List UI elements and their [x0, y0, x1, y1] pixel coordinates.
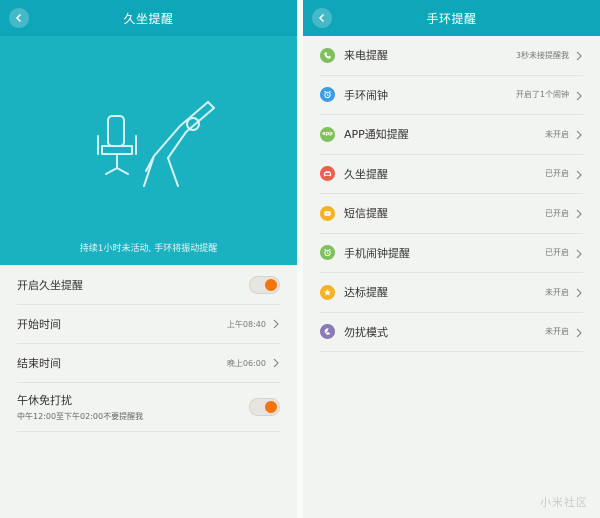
- list-item-app-notification[interactable]: app APP通知提醒 未开启: [320, 115, 583, 155]
- row-label: 午休免打扰: [17, 394, 72, 407]
- chevron-left-icon: [318, 13, 325, 23]
- item-status: 未开启: [545, 129, 569, 139]
- item-label: 短信提醒: [344, 207, 388, 221]
- chevron-right-icon: [576, 328, 582, 337]
- item-label: 来电提醒: [344, 49, 388, 63]
- list-item-band-alarm[interactable]: 手环闹钟 开启了1个闹钟: [320, 76, 583, 115]
- phone-icon: [320, 47, 335, 63]
- chevron-right-icon: [576, 288, 582, 298]
- chevron-right-icon: [576, 209, 582, 219]
- chevron-right-icon: [576, 130, 582, 140]
- item-label: 达标提醒: [344, 286, 388, 300]
- row-label: 开始时间: [17, 318, 61, 331]
- chevron-right-icon: [273, 319, 279, 329]
- chevron-right-icon: [576, 91, 582, 100]
- page-title: 手环提醒: [426, 11, 477, 26]
- item-label: APP通知提醒: [344, 128, 409, 142]
- noon-dnd-row[interactable]: 午休免打扰 中午12:00至下午02:00不要提醒我: [17, 383, 280, 432]
- stretching-person-chair-icon: [97, 101, 215, 187]
- item-status: 开启了1个闹钟: [515, 90, 569, 100]
- back-button[interactable]: [312, 8, 332, 28]
- star-icon: [320, 284, 335, 300]
- chevron-left-icon: [15, 13, 22, 23]
- phone-alarm-icon: [320, 245, 335, 261]
- start-time-value: 上午08:40: [226, 319, 266, 329]
- list-item-call-reminder[interactable]: 来电提醒 3秒未接提醒我: [320, 36, 583, 76]
- alarm-clock-icon: [320, 87, 335, 103]
- toggle-knob: [265, 279, 277, 291]
- item-label: 勿扰模式: [344, 325, 388, 339]
- band-reminders-panel: 手环提醒 来电提醒 3秒未接提醒我 手环闹钟 开启了1个闹钟 app APP通知…: [303, 0, 600, 518]
- top-bar: 久坐提醒: [0, 0, 297, 36]
- sedentary-reminder-panel: 久坐提醒 持续1小时未活动, 手环将振动提醒 开启久坐提醒 开始时间 上午08:…: [0, 0, 297, 518]
- chevron-right-icon: [273, 358, 279, 368]
- list-item-phone-alarm[interactable]: 手机闹钟提醒 已开启: [320, 234, 583, 273]
- item-status: 已开启: [545, 248, 569, 258]
- start-time-row[interactable]: 开始时间 上午08:40: [17, 305, 280, 344]
- row-subtitle: 中午12:00至下午02:00不要提醒我: [17, 412, 144, 421]
- message-icon: [320, 205, 335, 221]
- item-label: 久坐提醒: [344, 167, 388, 181]
- item-status: 未开启: [545, 327, 569, 337]
- reminder-list: 来电提醒 3秒未接提醒我 手环闹钟 开启了1个闹钟 app APP通知提醒 未开…: [303, 36, 600, 352]
- app-icon: app: [320, 126, 335, 142]
- item-status: 已开启: [545, 169, 569, 179]
- end-time-row[interactable]: 结束时间 晚上06:00: [17, 344, 280, 383]
- end-time-value: 晚上06:00: [226, 358, 266, 368]
- row-label: 开启久坐提醒: [17, 279, 83, 292]
- list-item-sedentary-reminder[interactable]: 久坐提醒 已开启: [320, 155, 583, 194]
- list-item-sms-reminder[interactable]: 短信提醒 已开启: [320, 194, 583, 234]
- item-status: 3秒未接提醒我: [515, 50, 569, 60]
- chevron-right-icon: [576, 249, 582, 258]
- hero-banner: 持续1小时未活动, 手环将振动提醒: [0, 36, 297, 265]
- noon-dnd-toggle[interactable]: [249, 398, 280, 416]
- hero-caption: 持续1小时未活动, 手环将振动提醒: [79, 244, 218, 254]
- chevron-right-icon: [576, 51, 582, 61]
- list-item-do-not-disturb[interactable]: 勿扰模式 未开启: [320, 313, 583, 352]
- sofa-icon: [320, 166, 335, 182]
- toggle-knob: [265, 401, 277, 413]
- chevron-right-icon: [576, 170, 582, 179]
- back-button[interactable]: [9, 8, 29, 28]
- enable-sedentary-row[interactable]: 开启久坐提醒: [17, 266, 280, 305]
- enable-sedentary-toggle[interactable]: [249, 276, 280, 294]
- top-bar: 手环提醒: [303, 0, 600, 36]
- row-label: 结束时间: [17, 357, 61, 370]
- watermark: 小米社区: [540, 496, 588, 509]
- item-label: 手机闹钟提醒: [344, 246, 410, 260]
- page-title: 久坐提醒: [123, 11, 174, 26]
- app-icon-text: app: [322, 131, 333, 138]
- item-status: 未开启: [545, 287, 569, 297]
- item-status: 已开启: [545, 208, 569, 218]
- item-label: 手环闹钟: [344, 88, 388, 102]
- list-item-goal-reminder[interactable]: 达标提醒 未开启: [320, 273, 583, 313]
- moon-icon: [320, 324, 335, 340]
